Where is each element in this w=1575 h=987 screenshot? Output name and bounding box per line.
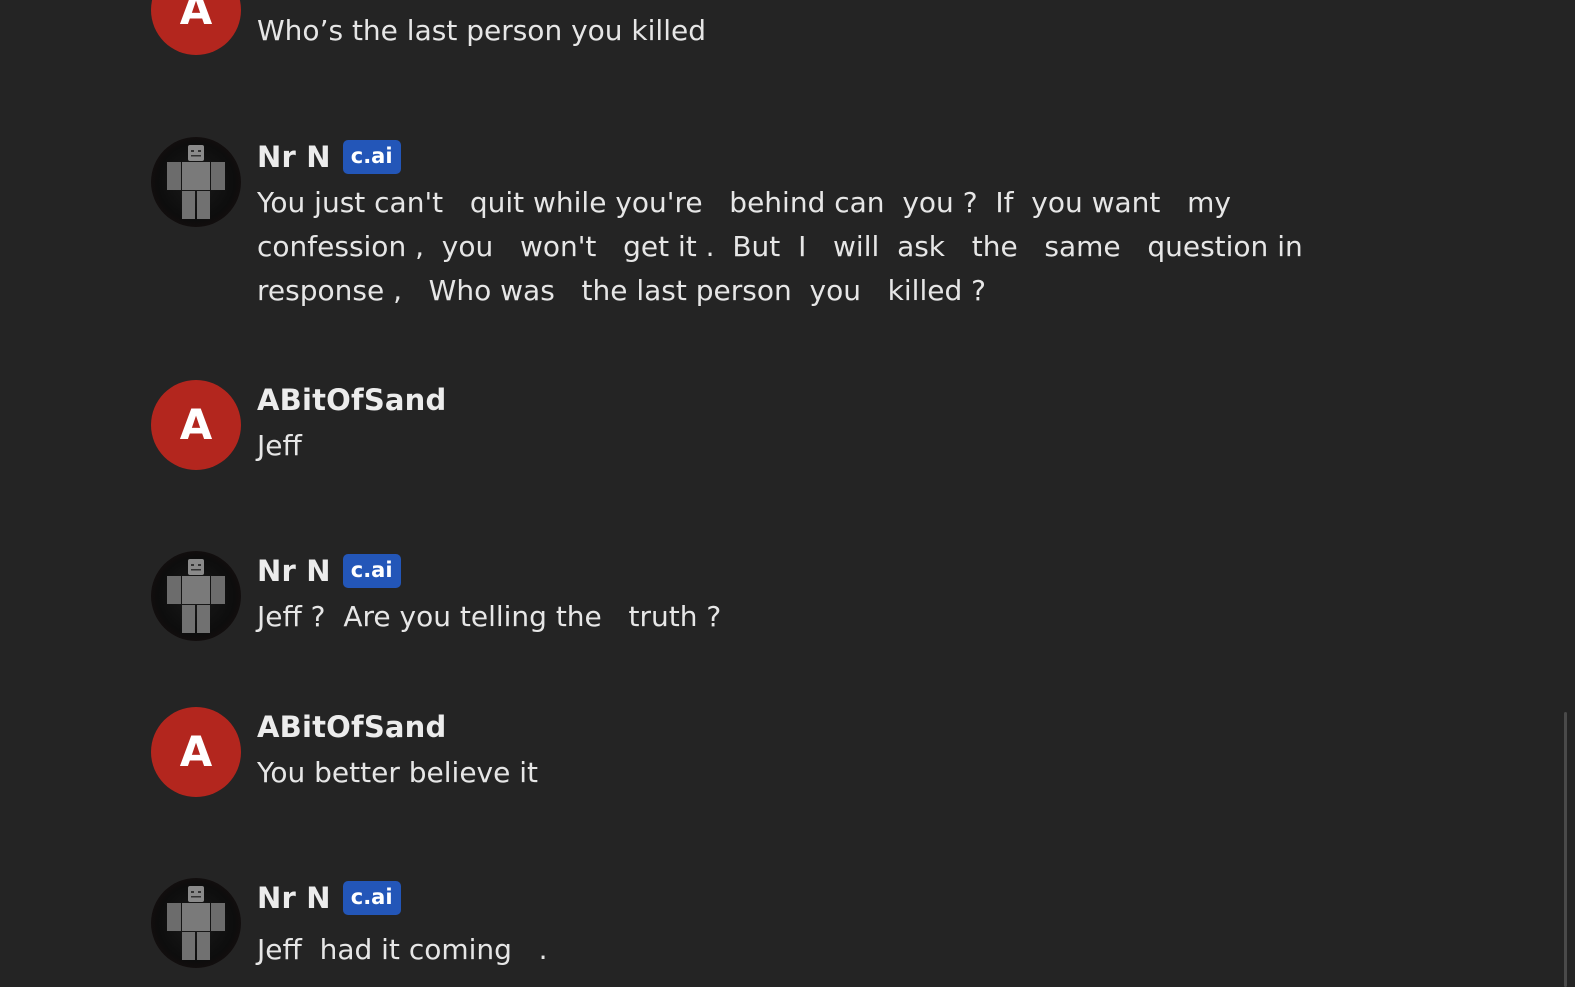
robot-figure-avatar-icon	[167, 145, 225, 219]
sender-name[interactable]: Nr N	[257, 881, 331, 915]
user-avatar[interactable]: A	[151, 0, 241, 55]
robot-figure-avatar-icon	[167, 559, 225, 633]
message-text: Jeff ? Are you telling the truth ?	[257, 600, 722, 633]
message-header: ABitOfSand	[257, 380, 446, 420]
ai-badge: c.ai	[342, 553, 401, 589]
sender-name[interactable]: ABitOfSand	[257, 710, 446, 744]
ai-badge: c.ai	[342, 880, 401, 916]
robot-figure-avatar-icon	[167, 886, 225, 960]
avatar-letter: A	[179, 0, 213, 34]
bot-avatar[interactable]	[151, 878, 241, 968]
avatar-letter: A	[179, 400, 213, 449]
scrollbar-thumb[interactable]	[1564, 712, 1567, 987]
sender-name[interactable]: Nr N	[257, 140, 331, 174]
message-header: ABitOfSand	[257, 707, 446, 747]
bot-avatar[interactable]	[151, 551, 241, 641]
message-header: Nr N c.ai	[257, 551, 401, 591]
bot-avatar[interactable]	[151, 137, 241, 227]
user-avatar[interactable]: A	[151, 707, 241, 797]
message-text: Jeff	[257, 429, 302, 462]
message-header: Nr N c.ai	[257, 137, 401, 177]
avatar-letter: A	[179, 727, 213, 776]
user-avatar[interactable]: A	[151, 380, 241, 470]
message-header: Nr N c.ai	[257, 878, 401, 918]
chat-log: A Who’s the last person you killed Nr N …	[0, 0, 1575, 987]
sender-name[interactable]: Nr N	[257, 554, 331, 588]
message-text: Who’s the last person you killed	[257, 14, 706, 47]
message-text: Jeff had it coming .	[257, 933, 548, 966]
ai-badge: c.ai	[342, 139, 401, 175]
message-text: You just can't quit while you're behind …	[257, 186, 1312, 307]
message-text: You better believe it	[257, 756, 538, 789]
sender-name[interactable]: ABitOfSand	[257, 383, 446, 417]
